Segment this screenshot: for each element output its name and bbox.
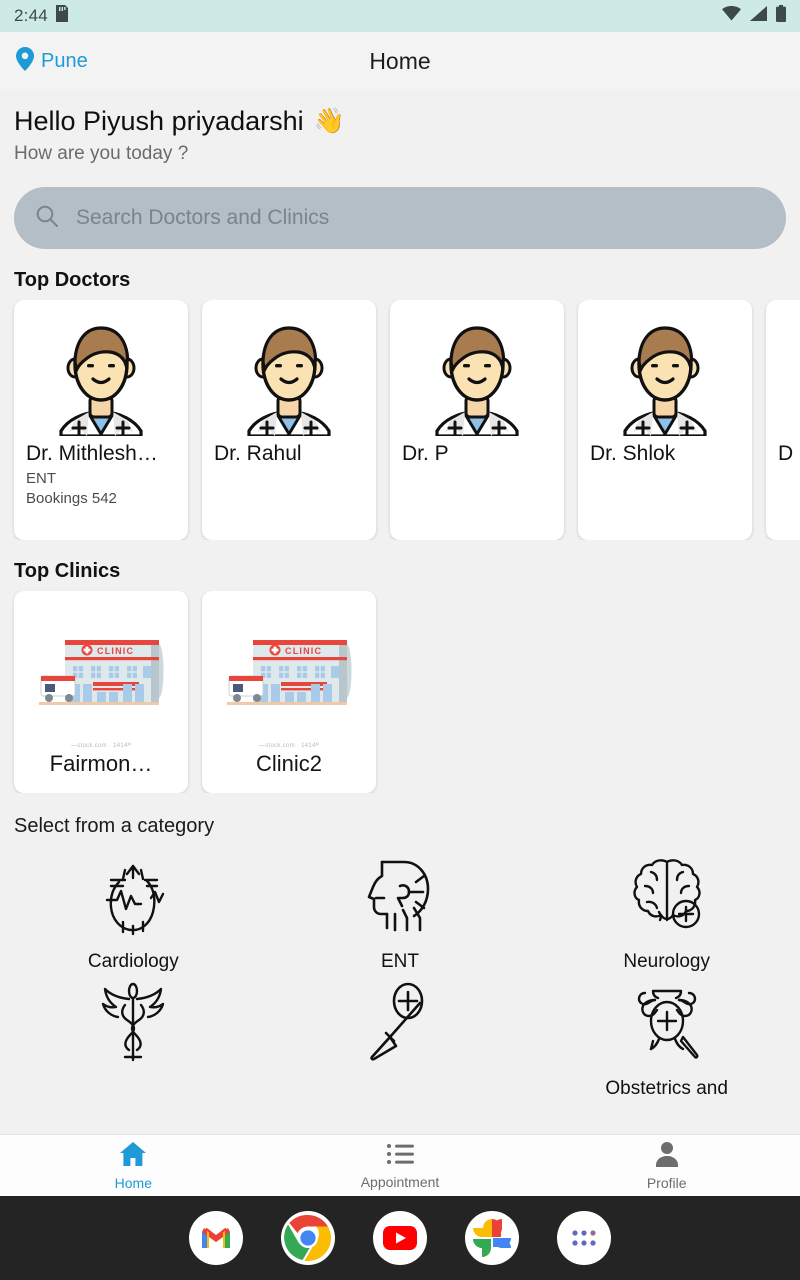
signal-icon [750,6,767,26]
greeting-text: Hello Piyush priyadarshi [14,106,304,136]
doctor-name: Dr. Mithlesh… [26,442,158,465]
clinic-watermark: —stock.com · 1414ᴹ [70,743,132,749]
search-input[interactable]: Search Doctors and Clinics [76,206,329,230]
category-neurology[interactable]: Neurology [533,852,800,973]
nav-item-home[interactable]: Home [0,1141,267,1191]
doctor-avatar [402,310,552,442]
location-label: Pune [41,49,88,72]
clinic-name: Clinic2 [255,751,323,776]
category-label: Obstetrics and [605,1077,728,1099]
youtube-icon[interactable] [373,1211,427,1265]
search-icon [36,205,58,232]
ear-nose-throat-icon [356,852,444,945]
clinics-carousel[interactable]: CLINIC —stock.com · 1414ᴹ Fairmon… CLINI… [0,591,800,793]
doctor-card-partial[interactable]: D [766,300,800,540]
doctor-bookings: Bookings 542 [26,490,117,507]
doctor-avatar [26,310,176,442]
categories-heading: Select from a category [14,815,215,837]
main-content: Hello Piyush priyadarshi 👋 How are you t… [0,90,800,1134]
app-bar: Pune Home [0,32,800,90]
clinic-card[interactable]: CLINIC [14,591,188,793]
app-drawer-icon[interactable] [557,1211,611,1265]
status-bar-left: 2:44 [14,5,68,27]
svg-text:CLINIC: CLINIC [285,646,322,656]
doctor-avatar [778,310,800,442]
doctor-specialty: ENT [26,470,56,487]
google-photos-icon[interactable] [465,1211,519,1265]
clinic-building-icon: CLINIC [202,591,376,743]
clinic-building-icon: CLINIC [14,591,188,743]
category-label: ENT [380,951,419,972]
home-icon [119,1141,147,1172]
clinic-watermark: —stock.com · 1414ᴹ [258,743,320,749]
greeting-subtitle: How are you today ? [14,143,189,164]
bottom-navigation: Home Appointment Profile [0,1134,800,1196]
category-ent[interactable]: ENT [267,852,534,973]
top-clinics-heading: Top Clinics [14,560,121,582]
clinic-card[interactable]: CLINIC [202,591,376,793]
obstetrics-icon [623,979,711,1072]
phone-screen: 2:44 Pune Home Hello Piyush priyadarshi … [0,0,800,1280]
search-bar[interactable]: Search Doctors and Clinics [14,187,786,249]
category-obstetrics[interactable]: Obstetrics and [533,979,800,1100]
nav-label-appointment: Appointment [360,1173,440,1190]
top-doctors-heading: Top Doctors [14,269,131,291]
scalpel-icon [356,979,444,1072]
category-grid: Cardiology ENT Neurology Obstetrics and [0,852,800,1100]
doctor-avatar [590,310,740,442]
gmail-icon[interactable] [189,1211,243,1265]
doctor-name: Dr. Shlok [590,442,676,465]
caduceus-icon [89,979,177,1072]
waving-hand-icon: 👋 [313,107,345,135]
greeting-row: Hello Piyush priyadarshi 👋 [14,106,786,137]
list-icon [386,1142,414,1171]
doctor-name: Dr. Rahul [214,442,302,465]
clinic-name: Fairmon… [49,751,153,776]
sd-card-icon [55,5,68,27]
person-icon [654,1141,680,1172]
doctor-card[interactable]: Dr. P [390,300,564,540]
doctors-carousel[interactable]: Dr. Mithlesh… ENT Bookings 542 Dr. Rahul… [0,300,800,540]
android-dock [0,1196,800,1280]
greeting-block: Hello Piyush priyadarshi 👋 How are you t… [0,90,800,165]
nav-label-home: Home [114,1174,153,1191]
doctor-avatar [214,310,364,442]
page-title: Home [369,47,431,74]
status-bar-right [722,5,786,27]
category-label: Neurology [623,951,710,972]
svg-text:CLINIC: CLINIC [97,646,134,656]
doctor-name: D [778,442,794,465]
nav-item-appointment[interactable]: Appointment [267,1142,534,1190]
location-pin-icon [16,46,34,76]
doctor-name: Dr. P [402,442,449,465]
doctor-card[interactable]: Dr. Shlok [578,300,752,540]
doctor-card[interactable]: Dr. Rahul [202,300,376,540]
battery-icon [776,5,786,27]
doctor-card[interactable]: Dr. Mithlesh… ENT Bookings 542 [14,300,188,540]
wifi-icon [722,6,741,26]
brain-icon [623,852,711,945]
location-selector[interactable]: Pune [16,46,88,76]
category-surgery[interactable] [267,979,534,1100]
status-bar: 2:44 [0,0,800,32]
category-general-medicine[interactable] [0,979,267,1100]
nav-label-profile: Profile [646,1174,687,1191]
nav-item-profile[interactable]: Profile [533,1141,800,1191]
chrome-icon[interactable] [281,1211,335,1265]
status-time: 2:44 [14,6,48,25]
heart-icon [89,852,177,945]
category-cardiology[interactable]: Cardiology [0,852,267,973]
category-label: Cardiology [87,951,179,972]
